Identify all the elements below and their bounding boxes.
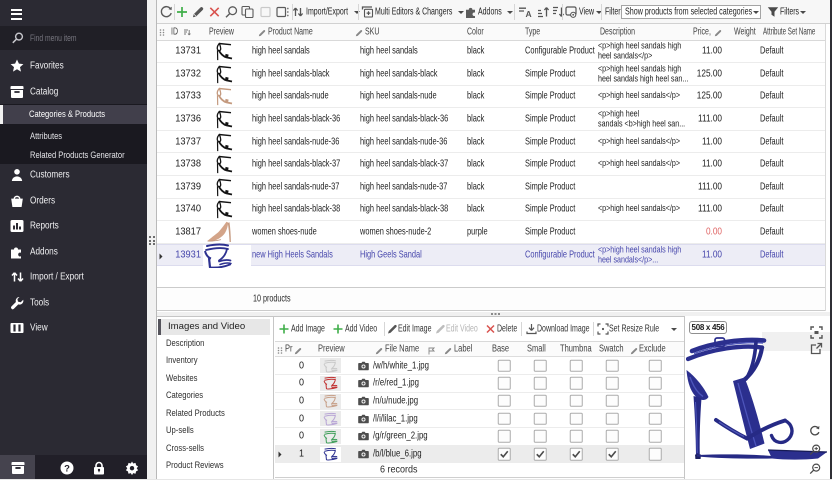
- svg-text:A: A: [526, 9, 532, 18]
- svg-text:?: ?: [64, 463, 70, 474]
